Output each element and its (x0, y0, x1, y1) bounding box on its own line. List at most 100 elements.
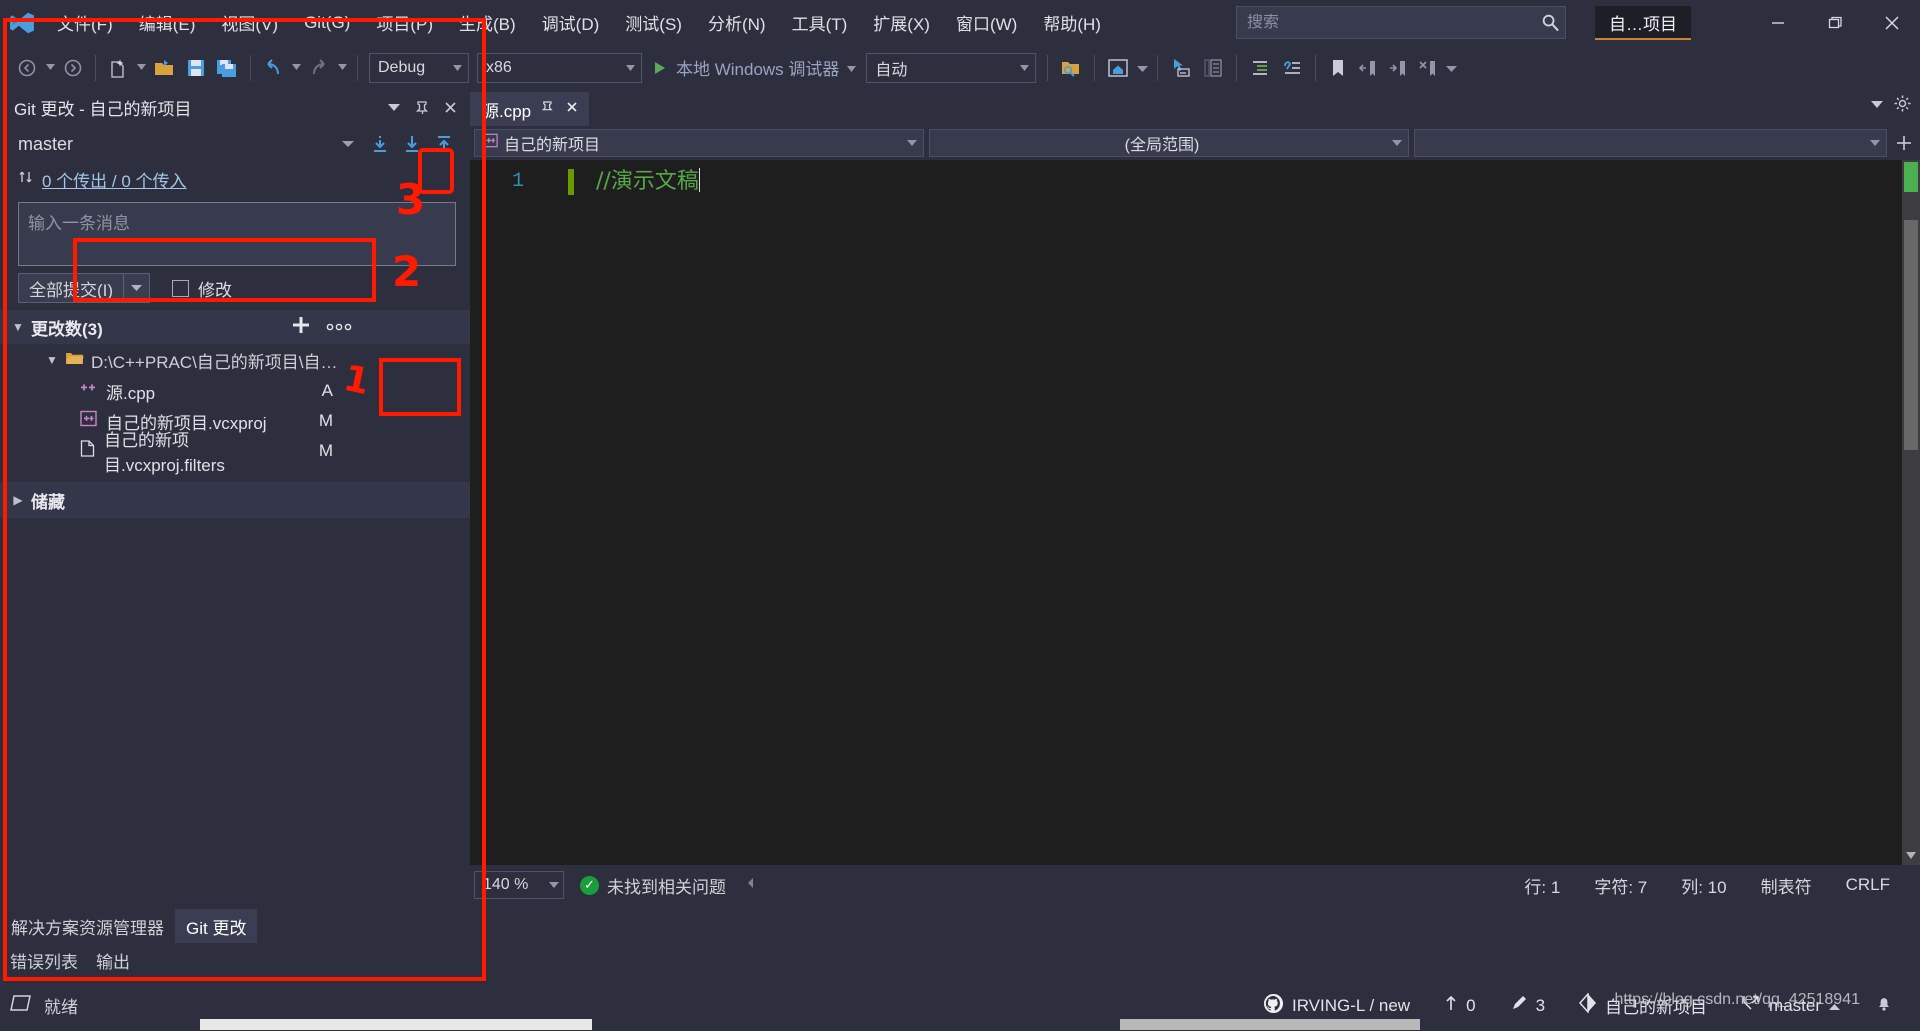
amend-checkbox[interactable] (172, 279, 190, 297)
changes-folder-row[interactable]: ▼ D:\C++PRAC\自己的新项目\自… (0, 344, 470, 376)
commit-message-input[interactable]: 输入一条消息 (18, 202, 456, 266)
more-options-icon[interactable] (326, 317, 352, 337)
solution-platform-combo[interactable]: x86 (477, 52, 642, 83)
previous-bookmark-button[interactable] (1353, 50, 1383, 86)
tab-git-changes[interactable]: Git 更改 (175, 909, 258, 943)
scrollbar-thumb-secondary[interactable] (1120, 1019, 1420, 1030)
collapse-triangle-icon[interactable]: ▼ (12, 320, 24, 334)
split-editor-icon[interactable] (1892, 134, 1916, 152)
minimize-button[interactable] (1749, 0, 1806, 45)
menu-file[interactable]: 文件(F) (44, 0, 126, 45)
file-status: M (318, 411, 333, 430)
navigate-backward-dropdown-icon[interactable] (42, 64, 58, 71)
commit-all-button[interactable]: 全部提交(I) (18, 273, 125, 303)
line-ending-indicator[interactable]: CRLF (1846, 875, 1890, 895)
toolbar-overflow-icon[interactable] (1443, 64, 1459, 72)
fetch-button[interactable] (364, 129, 396, 159)
menu-test[interactable]: 测试(S) (612, 0, 695, 45)
undo-dropdown-icon[interactable] (288, 64, 304, 71)
next-bookmark-button[interactable] (1383, 50, 1413, 86)
menu-help[interactable]: 帮助(H) (1030, 0, 1114, 45)
sync-status-link[interactable]: 0 个传出 / 0 个传入 (42, 167, 187, 192)
window-menu-icon[interactable] (382, 95, 406, 119)
search-input[interactable] (1237, 13, 1535, 32)
push-button[interactable] (428, 129, 460, 159)
active-project-chip[interactable]: 自…项目 (1595, 6, 1691, 40)
amend-checkbox-row[interactable]: 修改 (172, 276, 232, 301)
new-project-dropdown-icon[interactable] (133, 64, 149, 71)
menu-tools[interactable]: 工具(T) (779, 0, 861, 45)
home-window-overflow-icon[interactable] (1134, 64, 1150, 72)
open-file-button[interactable] (149, 50, 181, 86)
pin-icon[interactable] (541, 99, 555, 119)
editor-settings-gear-icon[interactable] (1893, 94, 1912, 118)
type-scope-combo[interactable]: (全局范围) (929, 129, 1409, 157)
close-icon[interactable] (565, 99, 579, 119)
branch-name[interactable]: master (18, 134, 73, 155)
scrollbar-down-arrow-icon[interactable] (1903, 847, 1919, 863)
home-window-button[interactable] (1102, 50, 1134, 86)
project-scope-combo[interactable]: 自己的新项目 (474, 129, 924, 157)
clear-bookmarks-button[interactable] (1413, 50, 1443, 86)
new-project-button[interactable] (103, 50, 133, 86)
pull-button[interactable] (396, 129, 428, 159)
changed-file-row[interactable]: 自己的新项目.vcxproj.filters M (0, 431, 470, 475)
member-scope-combo[interactable] (1414, 129, 1887, 157)
stage-all-icon[interactable] (290, 314, 312, 341)
scrollbar-thumb[interactable] (1904, 220, 1918, 450)
navigate-backward-button[interactable] (12, 50, 42, 86)
close-icon[interactable] (438, 95, 462, 119)
maximize-restore-button[interactable] (1806, 0, 1863, 45)
pin-icon[interactable] (410, 95, 434, 119)
global-search[interactable] (1236, 6, 1566, 39)
tab-list-dropdown-icon[interactable] (1869, 97, 1885, 115)
menu-edit[interactable]: 编辑(E) (126, 0, 209, 45)
issue-status[interactable]: ✓ 未找到相关问题 (580, 873, 726, 898)
toolbox-window-button[interactable] (1197, 50, 1229, 86)
tab-solution-explorer[interactable]: 解决方案资源管理器 (0, 909, 175, 943)
search-solution-explorer-button[interactable] (1055, 50, 1087, 86)
menu-analyze[interactable]: 分析(N) (695, 0, 779, 45)
undo-button[interactable] (258, 50, 288, 86)
redo-button[interactable] (304, 50, 334, 86)
project-scope-value: 自己的新项目 (504, 137, 601, 154)
zoom-level-combo[interactable]: 140 % (474, 871, 564, 899)
debug-target-combo[interactable]: 自动 (866, 52, 1037, 83)
changed-file-row[interactable]: 源.cpp A (0, 376, 470, 406)
code-line-1[interactable]: //演示文稿 (574, 160, 700, 865)
tab-output[interactable]: 输出 (96, 948, 130, 973)
menu-window[interactable]: 窗口(W) (943, 0, 1030, 45)
menu-git[interactable]: Git(G) (291, 0, 363, 45)
indentation-indicator[interactable]: 制表符 (1761, 873, 1812, 898)
close-button[interactable] (1863, 0, 1920, 45)
scrollbar-thumb[interactable] (200, 1019, 592, 1030)
uncomment-selection-button[interactable] (1276, 50, 1308, 86)
branch-dropdown-icon[interactable] (342, 135, 354, 153)
code-editor-surface[interactable]: 1 //演示文稿 (470, 160, 1920, 865)
save-all-button[interactable] (211, 50, 243, 86)
redo-dropdown-icon[interactable] (334, 64, 350, 71)
expand-triangle-icon[interactable]: ▶ (12, 493, 24, 507)
save-button[interactable] (181, 50, 211, 86)
menu-view[interactable]: 视图(V) (208, 0, 291, 45)
changes-section-header[interactable]: ▼ 更改数(3) (0, 310, 470, 344)
editor-vertical-scrollbar[interactable] (1902, 160, 1920, 865)
menu-project[interactable]: 项目(P) (363, 0, 446, 45)
toggle-bookmark-button[interactable] (1323, 50, 1353, 86)
navigate-forward-button[interactable] (58, 50, 88, 86)
comment-selection-button[interactable] (1244, 50, 1276, 86)
stash-section-header[interactable]: ▶ 储藏 (0, 482, 470, 518)
menu-debug[interactable]: 调试(D) (529, 0, 613, 45)
start-debugging-button[interactable]: 本地 Windows 调试器 (646, 51, 862, 85)
menu-extensions[interactable]: 扩展(X) (860, 0, 943, 45)
tab-error-list[interactable]: 错误列表 (10, 948, 78, 973)
folder-icon (65, 350, 84, 371)
menu-build[interactable]: 生成(B) (446, 0, 529, 45)
issue-prev-icon[interactable] (744, 876, 758, 895)
commit-all-dropdown-button[interactable] (124, 273, 151, 303)
properties-window-button[interactable] (1165, 50, 1197, 86)
horizontal-scrollbar[interactable] (0, 1018, 1920, 1031)
solution-configuration-combo[interactable]: Debug (369, 52, 469, 83)
collapse-triangle-icon[interactable]: ▼ (46, 353, 58, 367)
editor-tab-source-cpp[interactable]: 源.cpp (470, 92, 590, 126)
